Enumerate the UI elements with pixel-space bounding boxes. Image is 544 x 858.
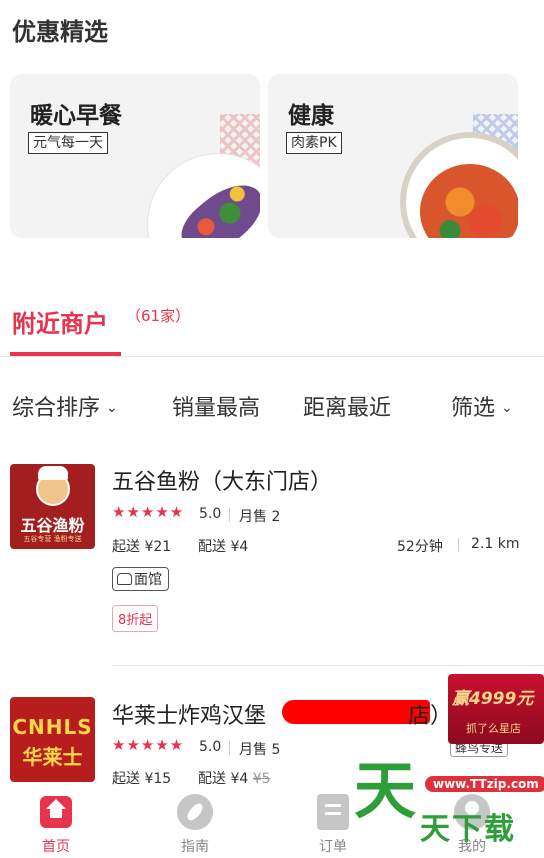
watermark-text: 天下载: [420, 812, 516, 847]
category-label: 面馆: [134, 572, 162, 588]
delivery-fee-original: ¥5: [252, 771, 271, 787]
store-name: 五谷鱼粉（大东门店）: [112, 470, 333, 495]
category-tag: 面馆: [112, 567, 169, 591]
chef-hat-icon: [38, 466, 68, 480]
tab-home[interactable]: 首页: [16, 786, 96, 856]
nearby-count: （61家）: [126, 307, 191, 325]
filter-button[interactable]: 筛选 ⌄: [451, 390, 513, 422]
store-name: 华莱士炸鸡汉堡: [112, 704, 267, 729]
filter-label: 筛选: [451, 396, 496, 421]
featured-title: 优惠精选: [12, 18, 108, 46]
delivery-time: 52分钟: [397, 539, 443, 555]
orders-icon: [317, 794, 349, 830]
promo-card-breakfast[interactable]: 暖心早餐 元气每一天: [10, 74, 260, 238]
tab-orders-label: 订单: [319, 839, 347, 855]
delivery-fee: 配送 ¥4: [198, 539, 249, 555]
star-rating-icon: ★★★★★: [112, 503, 185, 521]
store-logo: 五谷渔粉 五谷专营 渔粉专送: [10, 464, 95, 549]
min-order: 起送 ¥21: [112, 539, 172, 555]
chevron-down-icon: ⌄: [106, 400, 118, 416]
promo-title: 健康: [288, 103, 334, 129]
logo-text: CNHLS: [12, 715, 93, 739]
promo-card-healthy[interactable]: 健康 肉素PK: [268, 74, 518, 238]
chevron-down-icon: ⌄: [501, 400, 513, 416]
divider: [0, 356, 544, 357]
monthly-sales: 月售 5: [239, 742, 281, 758]
separator: [458, 538, 459, 552]
logo-slogan: 五谷专营 渔粉专送: [23, 535, 82, 543]
delivery-fee: 配送 ¥4 ¥5: [198, 768, 271, 788]
sort-comprehensive-button[interactable]: 综合排序 ⌄: [12, 390, 118, 422]
nearby-tab[interactable]: 附近商户: [12, 304, 108, 339]
star-rating-icon: ★★★★★: [112, 736, 185, 754]
logo-text: 华莱士: [22, 745, 83, 769]
separator: [229, 741, 230, 755]
monthly-sales: 月售 2: [239, 509, 281, 525]
sort-sales-button[interactable]: 销量最高: [172, 390, 260, 422]
distance: 2.1 km: [471, 536, 520, 552]
rating-value: 5.0: [199, 506, 222, 522]
logo-text: 五谷渔粉: [20, 516, 85, 535]
sort-distance-button[interactable]: 距离最近: [303, 390, 391, 422]
ad-subtext: 抓了么星店: [466, 722, 521, 735]
discount-badge: 8折起: [112, 605, 159, 632]
sort-comprehensive-label: 综合排序: [12, 396, 101, 421]
tab-home-label: 首页: [42, 839, 70, 855]
rating-value: 5.0: [199, 739, 222, 755]
store-logo: CNHLS 华莱士: [10, 697, 95, 782]
promo-tag: 元气每一天: [28, 132, 108, 154]
noodle-bowl-icon: [117, 573, 132, 585]
delivery-fee-value: 配送 ¥4: [198, 771, 249, 787]
min-order: 起送 ¥15: [112, 771, 172, 787]
watermark-url: www.TTzip.com: [425, 776, 544, 792]
home-icon: [40, 796, 72, 828]
ad-headline: 赢4999元: [452, 689, 534, 709]
tab-guide-label: 指南: [181, 839, 209, 855]
promo-tag: 肉素PK: [286, 132, 342, 154]
floating-ad-banner[interactable]: 赢4999元 抓了么星店: [448, 674, 544, 744]
store-name-tail: 店）: [408, 704, 453, 729]
watermark-logo: 天: [354, 754, 417, 827]
compass-icon: [177, 794, 213, 830]
divider: [112, 665, 544, 666]
tab-guide[interactable]: 指南: [155, 786, 235, 856]
separator: [229, 508, 230, 522]
promo-title: 暖心早餐: [30, 103, 122, 129]
